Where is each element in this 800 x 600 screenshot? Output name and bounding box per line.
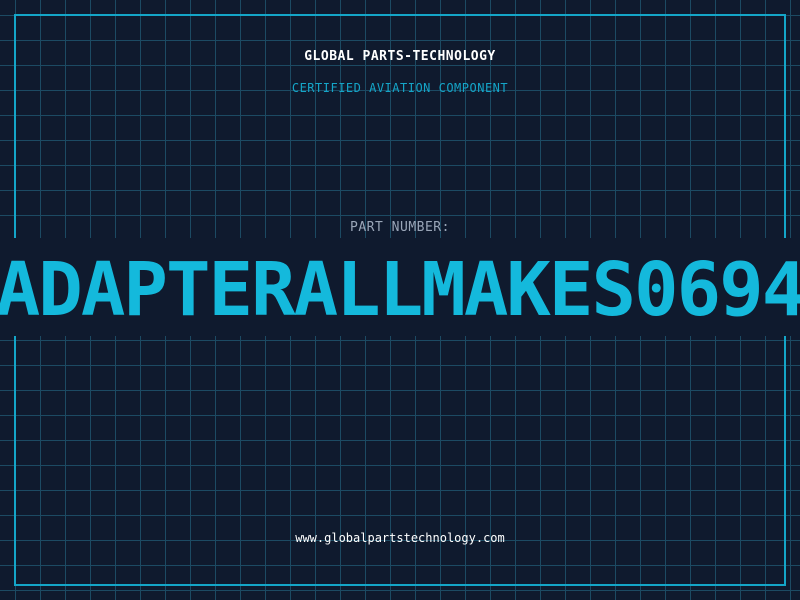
part-number-band: ADAPTERALLMAKES0694	[0, 238, 800, 336]
website-url: www.globalpartstechnology.com	[295, 531, 505, 545]
certification-tagline: CERTIFIED AVIATION COMPONENT	[291, 81, 509, 95]
part-number-label: PART NUMBER:	[350, 220, 450, 235]
company-name: GLOBAL PARTS-TECHNOLOGY	[304, 49, 496, 64]
certificate-card: GLOBAL PARTS-TECHNOLOGY CERTIFIED AVIATI…	[0, 0, 800, 600]
part-number-value: ADAPTERALLMAKES0694	[0, 247, 800, 333]
